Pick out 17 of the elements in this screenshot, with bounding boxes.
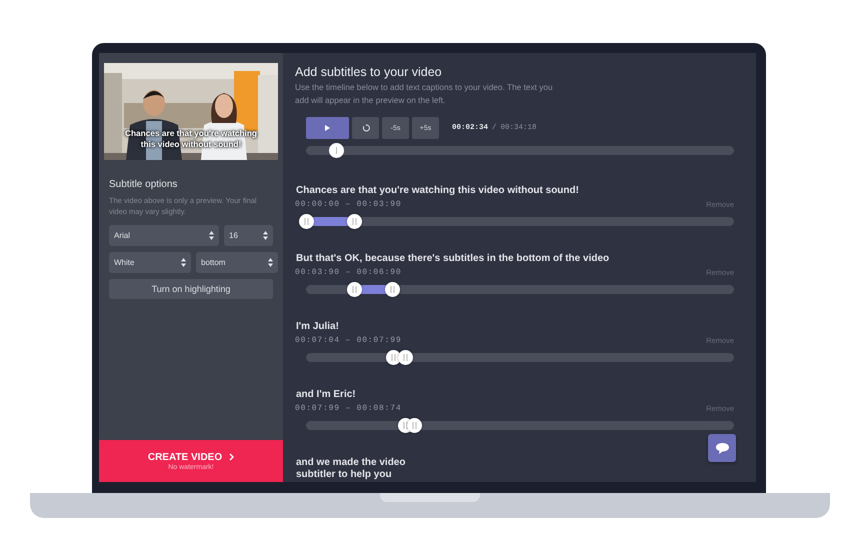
page-title: Add subtitles to your video xyxy=(295,65,443,79)
dropdown[interactable]: White xyxy=(109,252,191,273)
dropdown[interactable]: bottom xyxy=(196,252,278,273)
caption-text[interactable]: and we made the video subtitler to help you xyxy=(296,457,426,481)
dropdown[interactable]: 16 xyxy=(224,225,273,246)
caption-text[interactable]: Chances are that you're watching this video without sound! xyxy=(296,185,734,197)
section-title: Subtitle options xyxy=(109,179,178,190)
description-text: Use the timeline below to add text captions to your video. The text you add will appear in the preview on the left. xyxy=(295,81,554,107)
caption-time-range: 00:00:00 – 00:03:90 xyxy=(295,200,402,209)
caption-text[interactable]: But that's OK, because there's subtitles in the bottom of the video xyxy=(296,253,734,265)
dropdown[interactable]: Arial xyxy=(109,225,219,246)
caption-time-range: 00:07:04 – 00:07:99 xyxy=(295,336,402,345)
highlight-button[interactable]: Turn on highlighting xyxy=(109,279,273,299)
caption-time-range: 00:07:99 – 00:08:74 xyxy=(295,404,402,413)
caption-time-range: 00:03:90 – 00:06:90 xyxy=(295,268,402,277)
caption-text[interactable]: I'm Julia! xyxy=(296,321,734,333)
caption-text[interactable]: and I'm Eric! xyxy=(296,389,734,401)
